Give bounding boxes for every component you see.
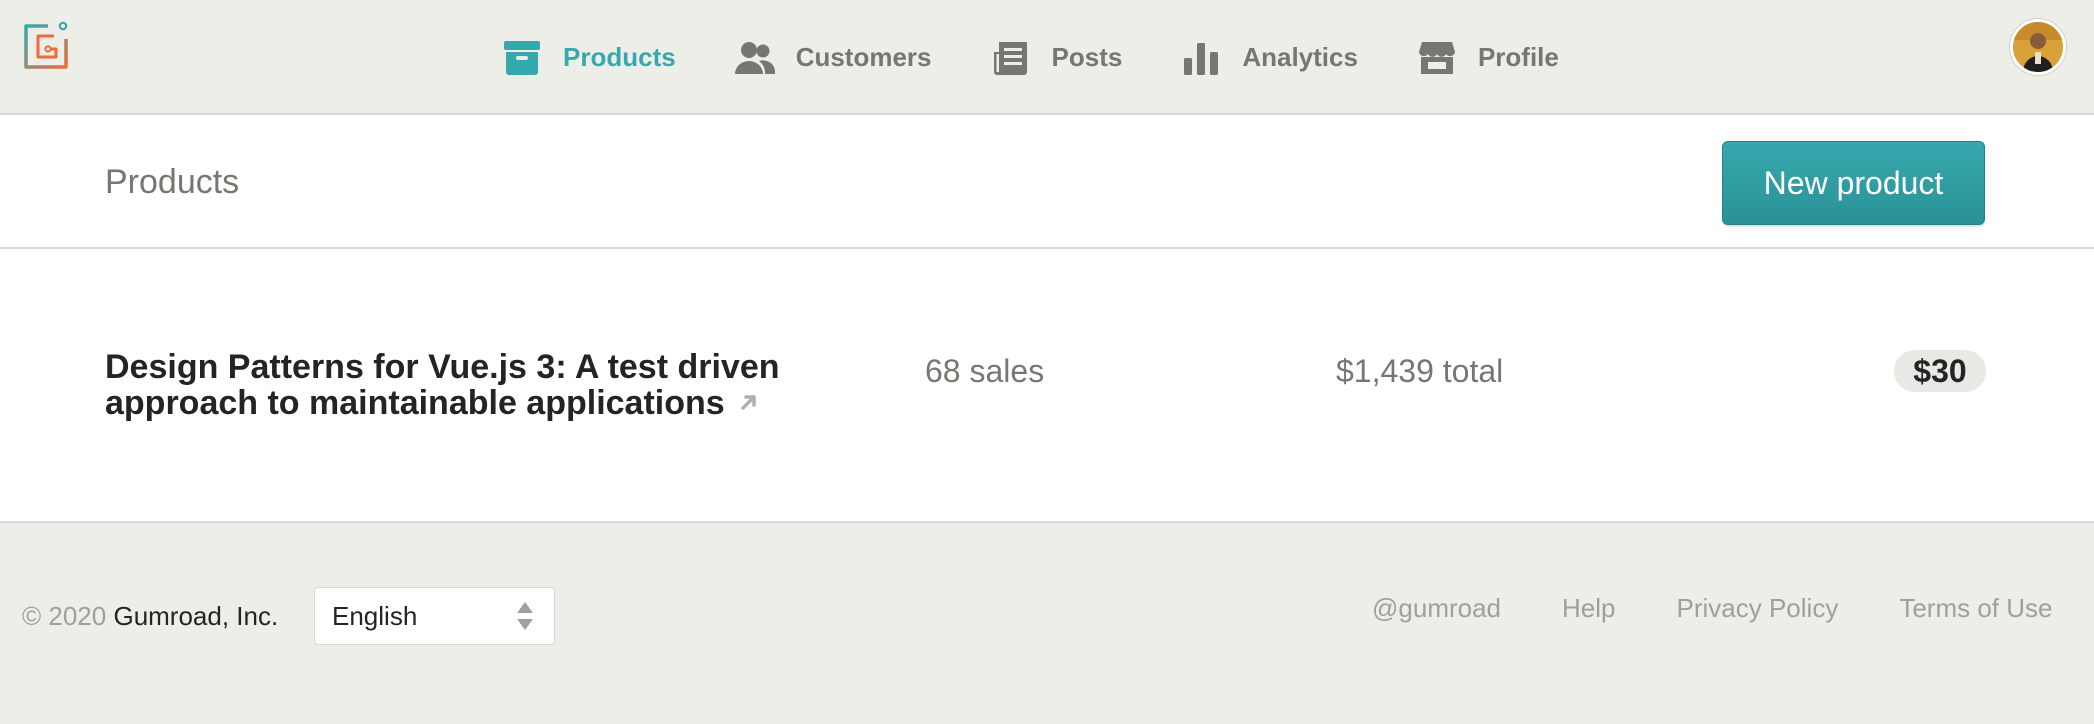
product-name: Design Patterns for Vue.js 3: A test dri…: [105, 348, 780, 422]
footer-link-privacy-policy[interactable]: Privacy Policy: [1677, 593, 1839, 624]
users-icon: [734, 37, 776, 79]
footer-copyright: © 2020 Gumroad, Inc.: [22, 601, 278, 632]
footer-link-terms-of-use[interactable]: Terms of Use: [1899, 593, 2052, 624]
nav-item-posts[interactable]: Posts: [990, 37, 1123, 79]
user-avatar[interactable]: [2010, 19, 2066, 75]
nav-item-analytics[interactable]: Analytics: [1180, 37, 1358, 79]
company-name: Gumroad, Inc.: [113, 601, 279, 631]
product-sales-count: 68 sales: [925, 353, 1045, 389]
nav-item-customers[interactable]: Customers: [734, 37, 932, 79]
new-product-button[interactable]: New product: [1722, 141, 1985, 225]
nav-item-products[interactable]: Products: [501, 37, 676, 79]
products-list: Design Patterns for Vue.js 3: A test dri…: [0, 249, 2094, 523]
product-name-link[interactable]: Design Patterns for Vue.js 3: A test dri…: [105, 349, 865, 423]
nav-item-label: Products: [563, 42, 676, 72]
archive-box-icon: [501, 37, 543, 79]
storefront-icon: [1416, 37, 1458, 79]
top-navigation-bar: Products Customers Posts Analytics Profi…: [0, 0, 2094, 115]
bar-chart-icon: [1180, 37, 1222, 79]
footer-links: @gumroad Help Privacy Policy Terms of Us…: [1372, 593, 2052, 624]
product-price-badge: $30: [1894, 350, 1986, 392]
nav-item-profile[interactable]: Profile: [1416, 37, 1559, 79]
product-total-revenue: $1,439 total: [1336, 353, 1504, 389]
nav-item-label: Analytics: [1242, 42, 1358, 72]
language-select[interactable]: English: [314, 587, 555, 645]
page-title: Products: [105, 163, 240, 201]
footer-link-twitter[interactable]: @gumroad: [1372, 593, 1501, 624]
nav-item-label: Posts: [1051, 42, 1123, 72]
external-link-arrow-icon: [739, 387, 759, 423]
page-header: Products New product: [0, 115, 2094, 249]
main-nav: Products Customers Posts Analytics Profi…: [501, 0, 1559, 115]
gumroad-logo-icon[interactable]: [22, 21, 70, 71]
copyright-year: © 2020: [22, 601, 107, 631]
nav-item-label: Profile: [1477, 42, 1559, 72]
nav-item-label: Customers: [795, 42, 932, 72]
language-select-value: English: [332, 600, 418, 631]
select-up-down-arrows-icon: [516, 601, 534, 631]
newspaper-icon: [990, 37, 1032, 79]
footer-link-help[interactable]: Help: [1562, 593, 1615, 624]
